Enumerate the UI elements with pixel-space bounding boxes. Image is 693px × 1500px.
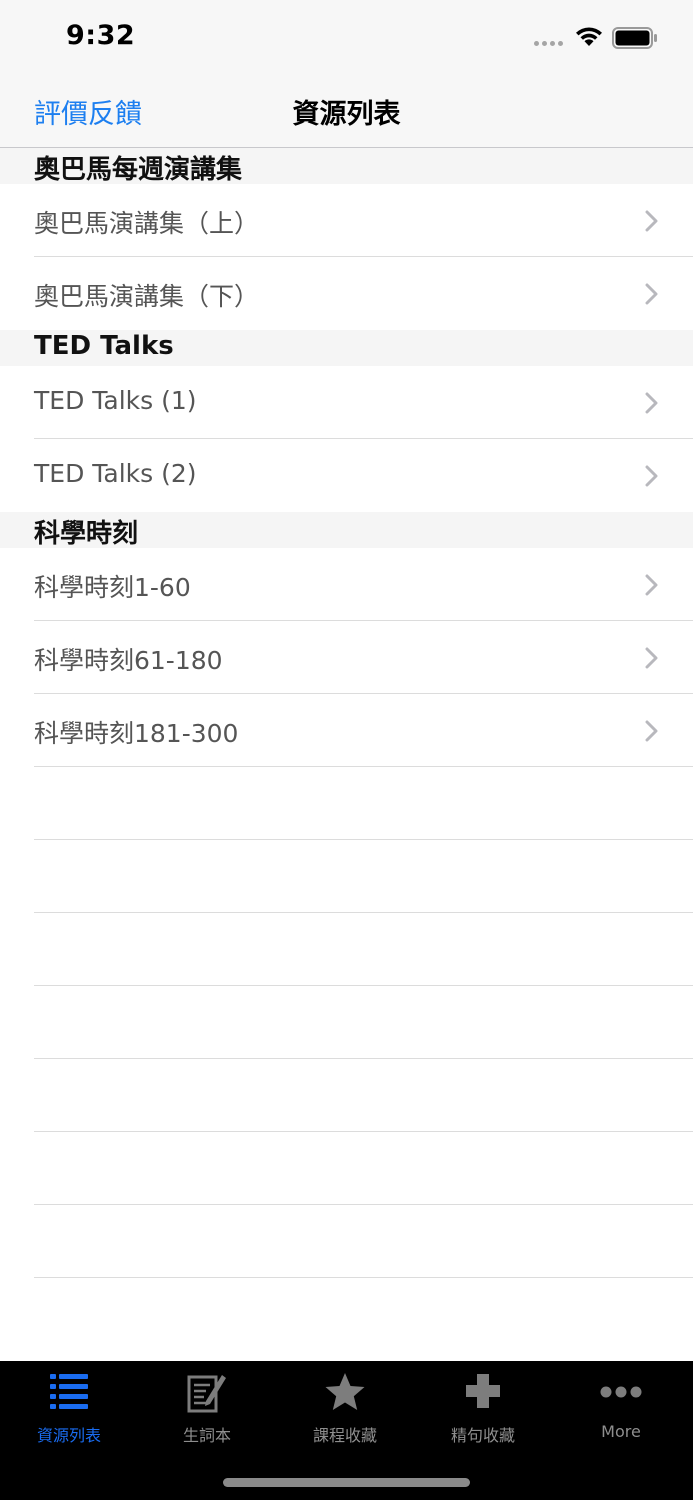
tab-label: 資源列表 xyxy=(36,1426,101,1445)
empty-row xyxy=(0,1132,693,1205)
list-item-label: 奧巴馬演講集（上） xyxy=(34,209,260,238)
chevron-right-icon xyxy=(645,647,658,669)
plus-icon xyxy=(466,1374,500,1408)
home-indicator xyxy=(223,1478,470,1487)
list-item[interactable]: 科學時刻181-300 xyxy=(0,694,693,767)
empty-row xyxy=(0,767,693,840)
section-header: 奧巴馬每週演講集 xyxy=(0,148,693,185)
chevron-right-icon xyxy=(645,392,658,414)
section-header-label: TED Talks xyxy=(34,331,174,361)
tab-label: More xyxy=(601,1422,641,1441)
chevron-right-icon xyxy=(645,465,658,487)
list-item-label: 科學時刻61-180 xyxy=(34,646,223,675)
battery-icon xyxy=(612,27,657,49)
chevron-right-icon xyxy=(645,574,658,596)
list-item[interactable]: TED Talks (2) xyxy=(0,439,693,512)
screen: 9:32 評價反饋 資源列表 奧巴馬每週演講集 奧巴馬演講集（上） 奧巴馬演講集… xyxy=(0,0,693,1500)
star-icon xyxy=(325,1373,365,1410)
resource-table: 奧巴馬每週演講集 奧巴馬演講集（上） 奧巴馬演講集（下） TED Talks T… xyxy=(0,148,693,1278)
list-item-label: 科學時刻181-300 xyxy=(34,719,239,748)
section-header-label: 奧巴馬每週演講集 xyxy=(34,155,243,185)
chevron-right-icon xyxy=(645,210,658,232)
tab-resource-list[interactable]: 資源列表 xyxy=(0,1361,138,1461)
more-dots-icon xyxy=(600,1386,642,1398)
list-item-label: 科學時刻1-60 xyxy=(34,573,191,602)
list-item[interactable]: 科學時刻1-60 xyxy=(0,548,693,621)
tab-label: 精句收藏 xyxy=(450,1426,515,1445)
list-item-label: TED Talks (2) xyxy=(34,459,197,488)
signal-strength-icon xyxy=(534,41,563,46)
empty-row xyxy=(0,986,693,1059)
status-time: 9:32 xyxy=(66,20,136,51)
tab-label: 課程收藏 xyxy=(312,1426,377,1445)
navigation-bar: 評價反饋 資源列表 xyxy=(0,76,693,148)
page-title: 資源列表 xyxy=(292,99,401,130)
list-item-label: TED Talks (1) xyxy=(34,386,197,415)
tab-label: 生詞本 xyxy=(182,1426,231,1445)
notebook-pen-icon xyxy=(187,1375,226,1413)
section-header: 科學時刻 xyxy=(0,512,693,549)
list-item[interactable]: 奧巴馬演講集（上） xyxy=(0,184,693,257)
tab-sentence-favorites[interactable]: 精句收藏 xyxy=(414,1361,552,1461)
section-header: TED Talks xyxy=(0,330,693,366)
list-item[interactable]: 科學時刻61-180 xyxy=(0,621,693,694)
chevron-right-icon xyxy=(645,283,658,305)
section-header-label: 科學時刻 xyxy=(34,519,139,549)
empty-row xyxy=(0,913,693,986)
tab-vocabulary[interactable]: 生詞本 xyxy=(138,1361,276,1461)
tab-course-favorites[interactable]: 課程收藏 xyxy=(276,1361,414,1461)
list-item[interactable]: TED Talks (1) xyxy=(0,366,693,439)
chevron-right-icon xyxy=(645,720,658,742)
empty-row xyxy=(0,840,693,913)
list-item-label: 奧巴馬演講集（下） xyxy=(34,282,260,311)
tab-more[interactable]: More xyxy=(552,1361,690,1461)
status-bar: 9:32 xyxy=(0,0,693,76)
list-item[interactable]: 奧巴馬演講集（下） xyxy=(0,257,693,330)
wifi-icon xyxy=(576,27,602,46)
list-icon xyxy=(50,1374,88,1409)
empty-row xyxy=(0,1205,693,1278)
empty-row xyxy=(0,1059,693,1132)
